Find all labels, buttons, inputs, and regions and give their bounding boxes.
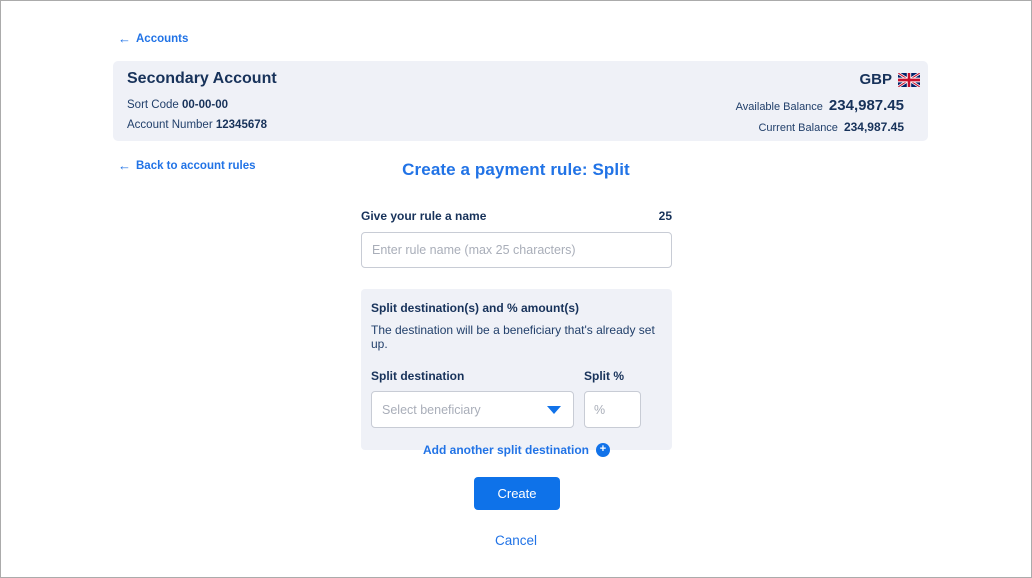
beneficiary-select[interactable]: Select beneficiary — [371, 391, 574, 428]
create-button[interactable]: Create — [474, 477, 560, 510]
split-labels-row: Split destination Split % — [371, 369, 662, 383]
create-payment-rule-page: ← Accounts Secondary Account Sort Code 0… — [0, 0, 1032, 578]
rule-name-input[interactable] — [361, 232, 672, 268]
current-balance-label: Current Balance — [758, 122, 838, 134]
split-percent-label: Split % — [584, 369, 624, 383]
account-number-row: Account Number 12345678 — [127, 119, 267, 131]
char-counter: 25 — [659, 209, 672, 223]
rule-name-section: Give your rule a name 25 — [361, 209, 672, 268]
rule-name-label: Give your rule a name — [361, 209, 486, 223]
chevron-down-icon — [547, 406, 561, 414]
account-summary-panel: Secondary Account Sort Code 00-00-00 Acc… — [113, 61, 928, 141]
add-split-destination-label: Add another split destination — [423, 443, 589, 457]
split-percent-input[interactable] — [584, 391, 641, 428]
rule-name-label-row: Give your rule a name 25 — [361, 209, 672, 223]
available-balance-row: Available Balance 234,987.45 — [736, 97, 904, 114]
account-number-value: 12345678 — [216, 119, 267, 131]
sort-code-row: Sort Code 00-00-00 — [127, 99, 228, 111]
currency-code: GBP — [859, 71, 892, 88]
split-destinations-panel: Split destination(s) and % amount(s) The… — [361, 289, 672, 450]
split-controls-row: Select beneficiary — [371, 391, 662, 428]
page-title: Create a payment rule: Split — [1, 160, 1031, 180]
cancel-link[interactable]: Cancel — [1, 533, 1031, 548]
split-heading: Split destination(s) and % amount(s) — [371, 301, 662, 315]
back-arrow-icon: ← — [118, 32, 131, 45]
sort-code-label: Sort Code — [127, 99, 179, 111]
current-balance-value: 234,987.45 — [844, 120, 904, 134]
uk-flag-icon — [898, 73, 920, 87]
beneficiary-select-placeholder: Select beneficiary — [382, 403, 481, 417]
currency-row: GBP — [859, 71, 920, 88]
split-destination-label: Split destination — [371, 369, 464, 383]
accounts-back-label: Accounts — [136, 33, 188, 45]
plus-circle-icon: + — [596, 443, 610, 457]
account-number-label: Account Number — [127, 119, 213, 131]
sort-code-value: 00-00-00 — [182, 99, 228, 111]
split-subheading: The destination will be a beneficiary th… — [371, 323, 662, 351]
account-name: Secondary Account — [127, 70, 277, 88]
current-balance-row: Current Balance 234,987.45 — [758, 120, 904, 134]
available-balance-value: 234,987.45 — [829, 97, 904, 114]
accounts-back-link[interactable]: ← Accounts — [118, 32, 188, 45]
add-split-destination-link[interactable]: Add another split destination + — [371, 443, 662, 457]
available-balance-label: Available Balance — [736, 101, 823, 113]
